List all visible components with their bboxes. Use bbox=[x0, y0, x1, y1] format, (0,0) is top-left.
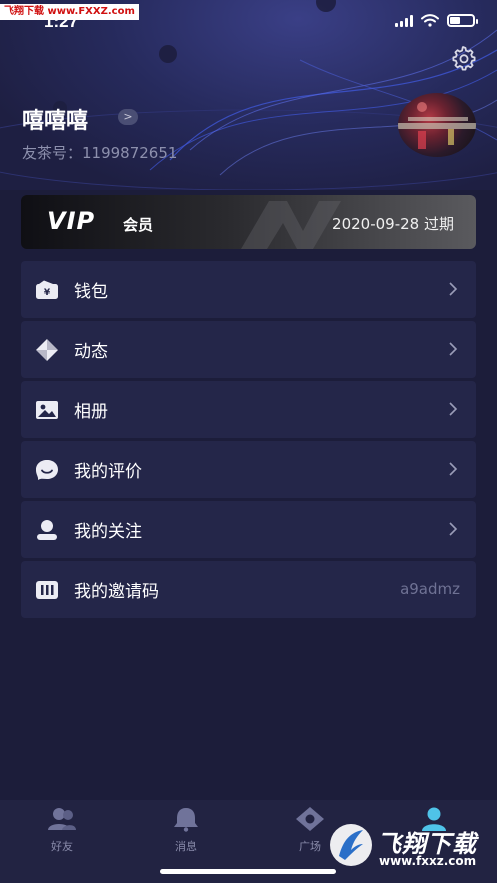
invite-code-value: a9admz bbox=[400, 580, 460, 598]
chevron-right-icon bbox=[449, 522, 458, 536]
tab-messages[interactable]: 消息 bbox=[156, 806, 216, 854]
profile-username: 嘻嘻嘻 bbox=[22, 109, 89, 134]
tab-label-friends: 好友 bbox=[51, 840, 73, 853]
profile-menu: ¥ 钱包 动态 相册 我的评价 我的关注 我的邀请码 a9admz bbox=[21, 261, 476, 621]
settings-gear-icon[interactable] bbox=[449, 44, 477, 72]
tab-label-messages: 消息 bbox=[175, 840, 197, 853]
menu-item-album[interactable]: 相册 bbox=[21, 381, 476, 438]
profile-uid: 友茶号：1199872651 bbox=[22, 144, 178, 162]
wallet-icon: ¥ bbox=[34, 277, 60, 303]
status-icons bbox=[395, 14, 478, 27]
chevron-right-icon bbox=[449, 402, 458, 416]
album-icon bbox=[34, 397, 60, 423]
menu-label-wallet: 钱包 bbox=[74, 282, 108, 302]
menu-label-my-follows: 我的关注 bbox=[74, 522, 142, 542]
chevron-right-icon bbox=[449, 282, 458, 296]
chevron-right-icon bbox=[449, 342, 458, 356]
comment-icon bbox=[34, 457, 60, 483]
menu-item-my-reviews[interactable]: 我的评价 bbox=[21, 441, 476, 498]
chevron-right-icon bbox=[449, 462, 458, 476]
vip-membership-card[interactable]: VIP 会员 2020-09-28 过期 bbox=[21, 195, 476, 249]
home-indicator[interactable] bbox=[160, 869, 336, 874]
menu-label-moments: 动态 bbox=[74, 342, 108, 362]
menu-label-my-reviews: 我的评价 bbox=[74, 462, 142, 482]
vip-subtitle: 会员 bbox=[123, 216, 154, 234]
status-time: 1:27 bbox=[44, 12, 79, 31]
menu-item-moments[interactable]: 动态 bbox=[21, 321, 476, 378]
menu-item-my-follows[interactable]: 我的关注 bbox=[21, 501, 476, 558]
vip-title: VIP bbox=[47, 207, 96, 235]
invite-code-icon bbox=[34, 577, 60, 603]
friends-icon bbox=[48, 808, 76, 830]
battery-icon bbox=[447, 14, 478, 27]
menu-label-invite-code: 我的邀请码 bbox=[74, 582, 159, 602]
follow-icon bbox=[34, 517, 60, 543]
avatar-image bbox=[398, 102, 476, 149]
menu-item-invite-code[interactable]: 我的邀请码 a9admz bbox=[21, 561, 476, 618]
brand-watermark-logo: 飞翔下载 www.fxxz.com bbox=[329, 818, 489, 874]
wifi-icon bbox=[421, 14, 439, 27]
moments-icon bbox=[34, 337, 60, 363]
brand-url: www.fxxz.com bbox=[379, 854, 477, 868]
square-icon bbox=[296, 807, 324, 831]
menu-item-wallet[interactable]: ¥ 钱包 bbox=[21, 261, 476, 318]
menu-label-album: 相册 bbox=[74, 402, 108, 422]
svg-text:¥: ¥ bbox=[44, 288, 51, 298]
brand-logo-icon bbox=[330, 824, 372, 866]
profile-detail-chevron[interactable]: > bbox=[118, 109, 138, 125]
avatar[interactable] bbox=[398, 93, 476, 157]
vip-expire-date: 2020-09-28 过期 bbox=[332, 215, 454, 233]
tab-friends[interactable]: 好友 bbox=[32, 806, 92, 854]
signal-icon bbox=[395, 14, 413, 27]
message-icon bbox=[174, 808, 198, 832]
